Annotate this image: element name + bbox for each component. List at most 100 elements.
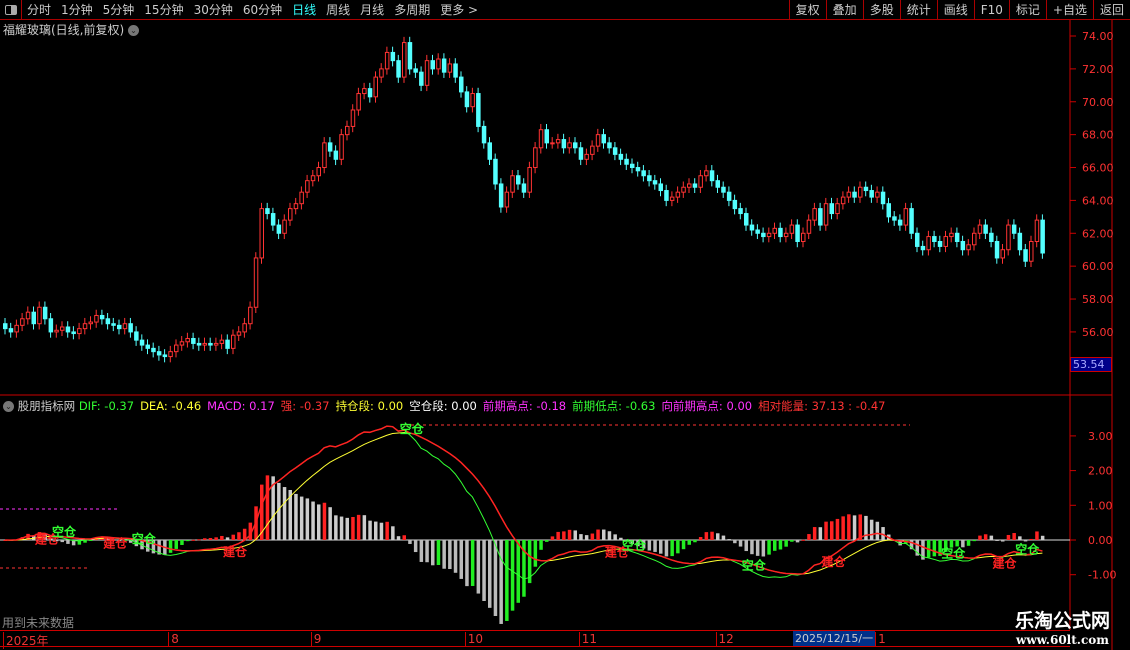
indicator-value: DEA: -0.46 bbox=[140, 399, 202, 413]
candle-down bbox=[601, 134, 606, 144]
indicator-value: 向前期高点: 0.00 bbox=[661, 399, 753, 413]
macd-bar bbox=[328, 507, 332, 540]
macd-bar bbox=[807, 534, 811, 540]
macd-bar bbox=[875, 521, 880, 540]
macd-bar bbox=[1035, 531, 1039, 540]
macd-bar bbox=[932, 540, 937, 557]
price-tick-label: 64.00 bbox=[1082, 194, 1114, 207]
candle-down bbox=[892, 216, 897, 221]
candle-up bbox=[555, 139, 561, 144]
macd-bar bbox=[448, 540, 452, 570]
macd-bar bbox=[516, 540, 520, 603]
candle-down bbox=[407, 42, 413, 70]
macd-bar bbox=[345, 517, 349, 540]
macd-bar bbox=[596, 529, 600, 540]
candle-up bbox=[789, 224, 795, 234]
macd-bar bbox=[1012, 533, 1016, 540]
candle-up bbox=[356, 93, 361, 111]
macd-bar bbox=[493, 540, 498, 617]
candle-down bbox=[1017, 232, 1023, 251]
candle-down bbox=[647, 175, 652, 182]
candle-down bbox=[3, 323, 8, 330]
candle-down bbox=[920, 245, 926, 251]
macd-bar bbox=[351, 516, 355, 540]
watermark-url: www.60lt.com bbox=[1016, 633, 1109, 647]
macd-bar bbox=[698, 537, 703, 540]
candle-up bbox=[231, 334, 236, 349]
candle-up bbox=[282, 219, 287, 234]
macd-tick-label: 1.00 bbox=[1088, 499, 1113, 512]
signal-label: 空仓 bbox=[52, 524, 77, 539]
macd-bar bbox=[653, 540, 657, 552]
candle-down bbox=[937, 241, 943, 247]
candle-down bbox=[544, 129, 549, 144]
candle-down bbox=[744, 213, 749, 226]
macd-bar bbox=[545, 540, 549, 542]
candle-up bbox=[373, 76, 378, 98]
candle-down bbox=[994, 241, 1000, 259]
candle-down bbox=[327, 142, 333, 152]
macd-bar bbox=[208, 538, 213, 540]
macd-bar bbox=[368, 520, 372, 540]
candle-up bbox=[698, 175, 703, 188]
candle-down bbox=[909, 208, 914, 234]
macd-bar bbox=[402, 535, 406, 540]
macd-bar bbox=[311, 501, 315, 540]
candle-up bbox=[288, 208, 293, 221]
candle-down bbox=[983, 224, 988, 234]
price-tick-label: 58.00 bbox=[1082, 293, 1114, 306]
price-tick-label: 66.00 bbox=[1082, 162, 1114, 175]
candle-up bbox=[926, 236, 931, 251]
candle-down bbox=[960, 241, 966, 251]
macd-bar bbox=[983, 534, 988, 540]
candle-down bbox=[932, 236, 937, 242]
macd-bar bbox=[385, 521, 389, 540]
candle-up bbox=[447, 63, 453, 73]
indicator-value: DIF: -0.37 bbox=[78, 399, 135, 413]
macd-bar bbox=[778, 540, 783, 550]
macd-bar bbox=[676, 540, 680, 554]
macd-bar bbox=[716, 533, 720, 540]
candle-up bbox=[174, 344, 179, 353]
macd-bar bbox=[602, 529, 606, 540]
candle-down bbox=[441, 58, 447, 73]
candle-down bbox=[635, 167, 641, 172]
macd-bar bbox=[539, 540, 543, 550]
candle-up bbox=[82, 323, 88, 330]
candle-down bbox=[612, 147, 618, 155]
candle-down bbox=[48, 318, 54, 333]
candle-down bbox=[208, 342, 213, 346]
signal-label: 建仓 bbox=[821, 554, 847, 569]
candle-up bbox=[669, 196, 675, 201]
macd-bar bbox=[978, 535, 982, 540]
time-label: 11 bbox=[578, 632, 597, 646]
candle-up bbox=[94, 314, 99, 323]
candle-down bbox=[761, 232, 766, 238]
macd-bar bbox=[231, 534, 235, 540]
candle-up bbox=[242, 323, 247, 333]
candle-up bbox=[949, 232, 954, 238]
signal-label: 空仓 bbox=[132, 531, 157, 546]
candle-up bbox=[213, 342, 219, 346]
candle-down bbox=[459, 76, 464, 93]
macd-bar bbox=[482, 540, 486, 601]
candle-down bbox=[516, 175, 521, 185]
kline-chart[interactable]: 74.00 72.00 70.00 68.00 66.00 64.00 62.00 60.00… bbox=[0, 0, 1130, 650]
candle-up bbox=[801, 232, 806, 242]
candle-up bbox=[470, 93, 475, 108]
candle-up bbox=[384, 51, 390, 70]
macd-bar bbox=[1018, 536, 1022, 540]
macd-bar bbox=[362, 515, 367, 540]
macd-bar bbox=[972, 540, 976, 542]
candle-up bbox=[248, 306, 253, 325]
candle-up bbox=[1034, 219, 1040, 243]
chevron-down-icon[interactable]: ⌄ bbox=[3, 401, 14, 412]
indicator-value: 持仓段: 0.00 bbox=[335, 399, 404, 413]
candle-up bbox=[179, 341, 185, 346]
macd-bar bbox=[750, 540, 754, 555]
candle-down bbox=[419, 71, 424, 86]
candle-down bbox=[367, 88, 373, 98]
indicator-name[interactable]: 股朋指标网 bbox=[18, 399, 76, 413]
macd-bar bbox=[470, 540, 475, 586]
candle-down bbox=[145, 344, 150, 349]
